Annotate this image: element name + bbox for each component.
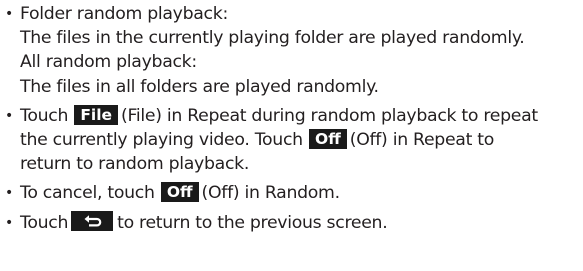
bullet-marker: • [5,185,13,202]
off-key: Off [160,182,199,203]
cancel-text: To cancel, touch [20,183,155,204]
touch-text: Touch [20,212,69,233]
repeat-line-2: the currently playing video. Touch Off (O… [20,128,583,152]
bullet-marker: • [5,107,13,124]
folder-random-description: The files in the currently playing folde… [20,28,525,49]
return-arrow-icon [71,210,114,231]
bullet-random-modes: • Folder random playback: The files in t… [0,2,583,99]
instruction-list: • Folder random playback: The files in t… [0,2,583,235]
bullet-return: • Touch to return to the previous screen… [0,210,583,235]
random-off-text: (Off) in Random. [201,183,341,204]
repeat-line-1: Touch File (File) in Repeat during random… [20,104,583,128]
bullet-marker: • [5,214,13,231]
return-text: to return to the previous screen. [117,212,388,233]
current-video-text: the currently playing video. Touch [20,130,303,151]
bullet-marker: • [5,6,13,22]
bullet-cancel-random: • To cancel, touch Off (Off) in Random. [0,181,583,205]
repeat-file-text: (File) in Repeat during random playback … [121,105,538,126]
all-random-title: All random playback: [20,52,197,73]
repeat-line-3: return to random playback. [20,154,250,175]
off-key: Off [309,129,347,150]
touch-text: Touch [20,105,69,126]
bullet-repeat-during-random: • Touch File (File) in Repeat during rand… [0,104,583,177]
folder-random-title: Folder random playback: [20,4,228,24]
return-line: Touch to return to the previous screen. [20,210,583,235]
all-random-description: The files in all folders are played rand… [20,76,379,97]
repeat-off-text: (Off) in Repeat to [349,130,495,151]
cancel-line: To cancel, touch Off (Off) in Random. [20,181,583,205]
return-arrow-glyph [84,214,102,227]
manual-page: • Folder random playback: The files in t… [0,0,583,271]
file-key: File [74,104,119,125]
